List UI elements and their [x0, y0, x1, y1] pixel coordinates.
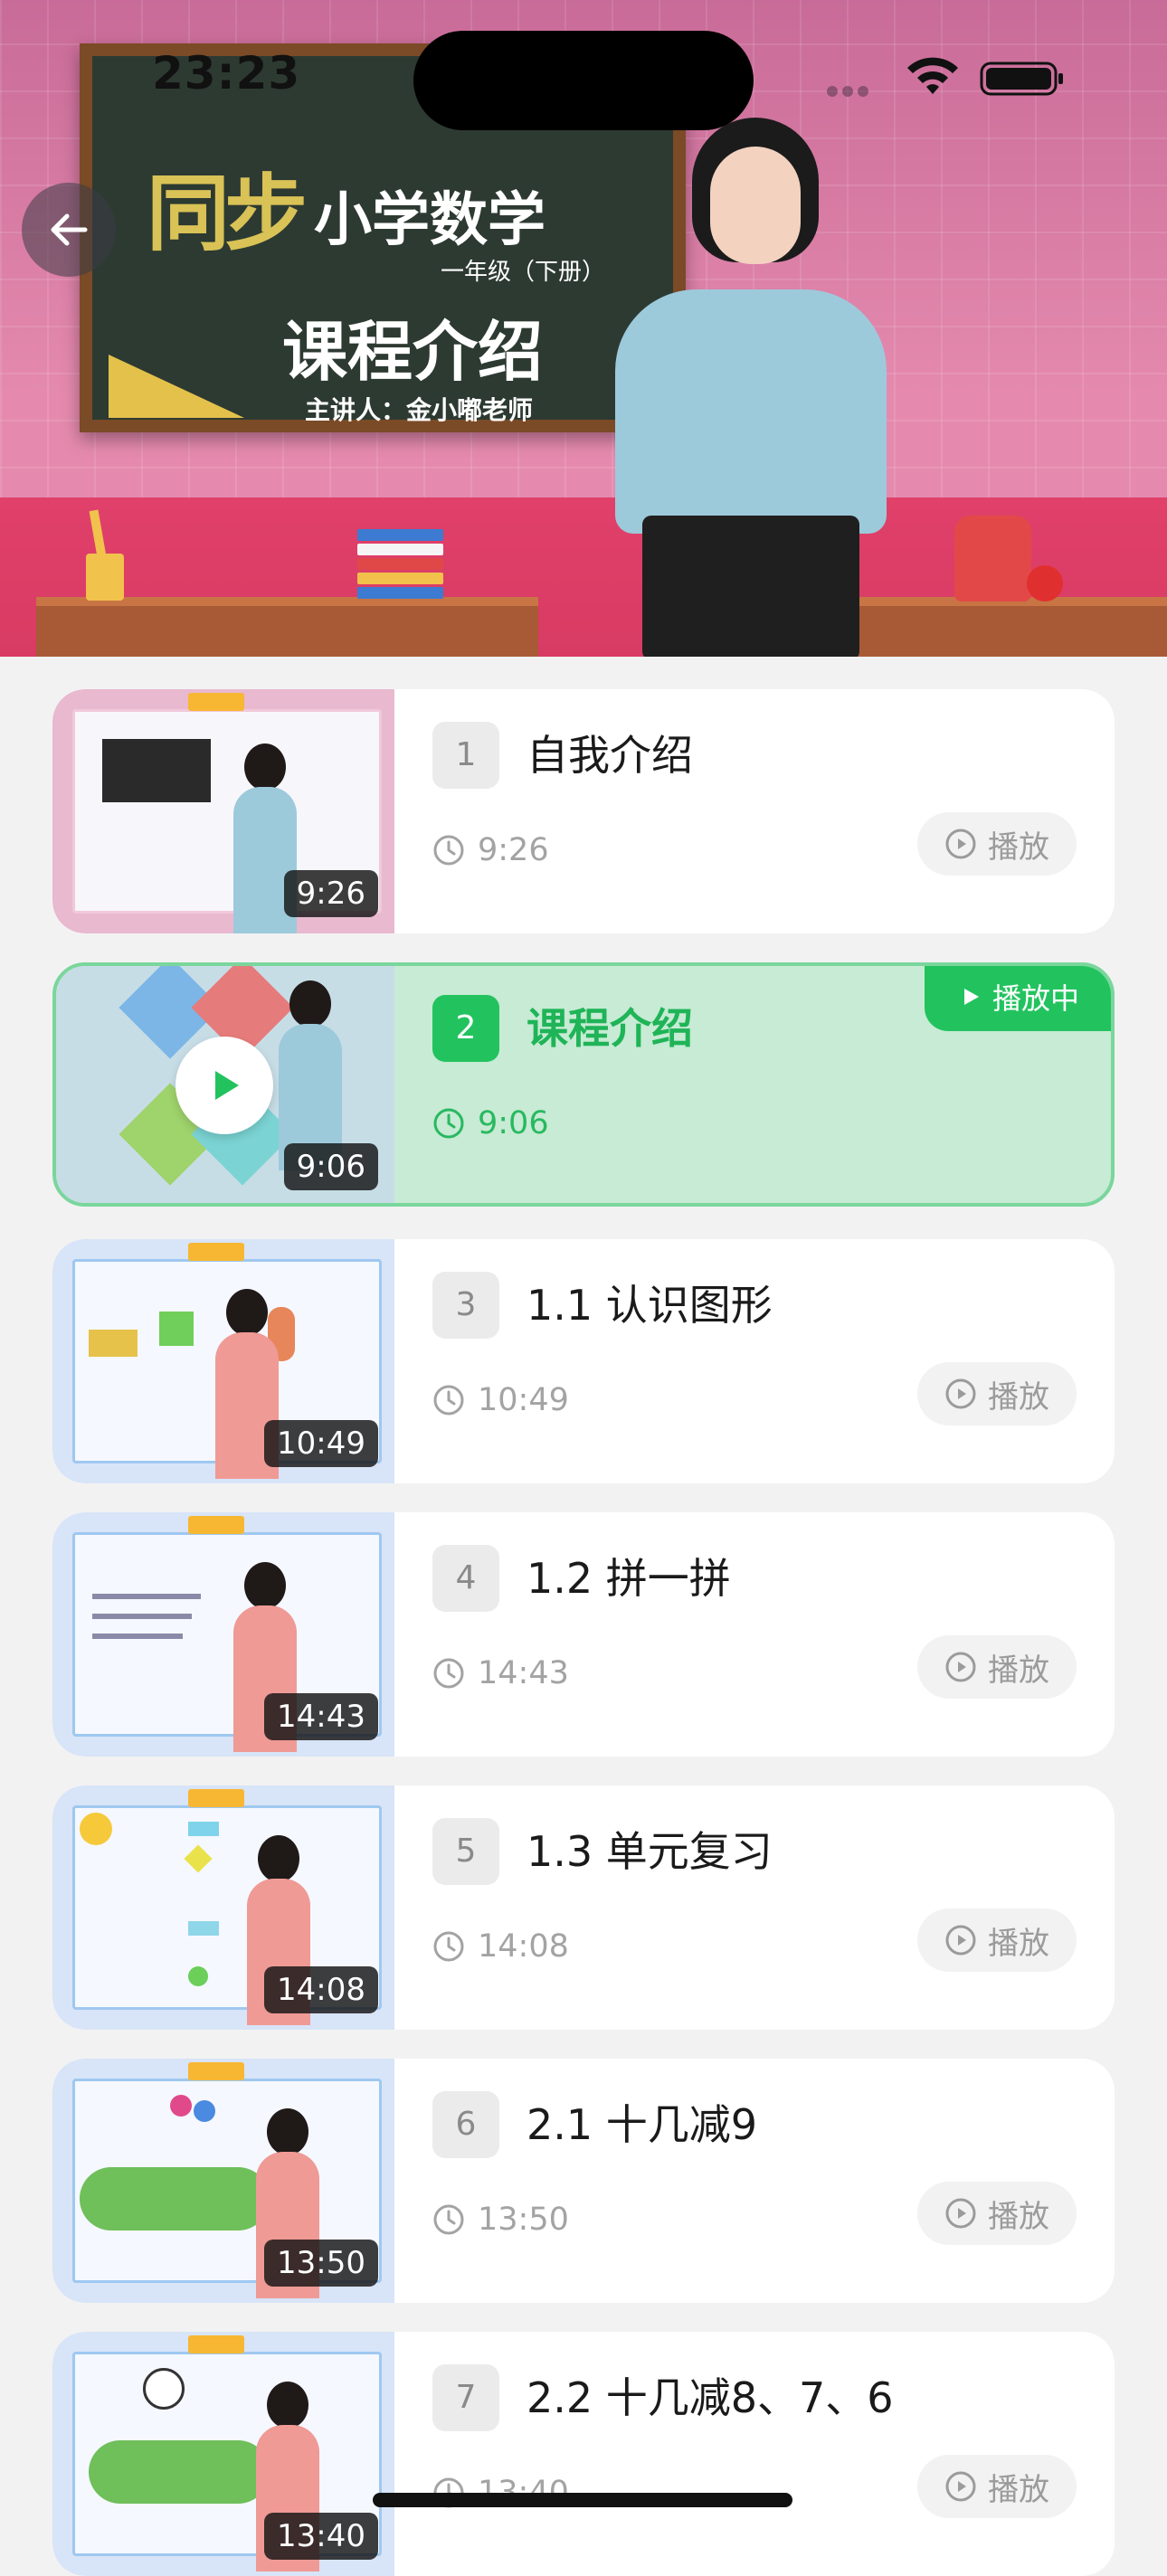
- cellular-signal-icon: [827, 83, 887, 97]
- lesson-item-1[interactable]: 9:26 1 自我介绍 9:26 播放: [52, 689, 1115, 933]
- lesson-item-6[interactable]: 13:50 6 2.1 十几减9 13:50 播放: [52, 2059, 1115, 2303]
- play-button[interactable]: 播放: [917, 2455, 1077, 2518]
- play-circle-icon: [945, 2471, 976, 2502]
- lesson-title: 2.2 十几减8、7、6: [527, 2373, 894, 2422]
- lesson-title: 1.1 认识图形: [527, 1281, 773, 1330]
- lesson-thumbnail: 14:43: [52, 1512, 394, 1757]
- status-time: 23:23: [152, 47, 301, 99]
- play-button[interactable]: 播放: [917, 812, 1077, 876]
- lesson-thumbnail: 10:49: [52, 1239, 394, 1483]
- lesson-number: 3: [432, 1272, 499, 1339]
- home-indicator[interactable]: [373, 2493, 792, 2507]
- lesson-title: 1.2 拼一拼: [527, 1554, 731, 1603]
- lesson-number: 2: [432, 995, 499, 1062]
- presenter: [579, 118, 923, 657]
- lesson-thumbnail: 9:26: [52, 689, 394, 933]
- duration-badge: 13:40: [264, 2513, 378, 2560]
- ruler-triangle: [109, 355, 244, 418]
- lesson-item-4[interactable]: 14:43 4 1.2 拼一拼 14:43 播放: [52, 1512, 1115, 1757]
- lesson-number: 5: [432, 1818, 499, 1885]
- school-bag: [954, 516, 1031, 601]
- lesson-title: 2.1 十几减9: [527, 2100, 758, 2149]
- clock-icon: [433, 1931, 464, 1962]
- apple: [1027, 565, 1063, 601]
- lesson-thumbnail: 14:08: [52, 1785, 394, 2030]
- clock-icon: [433, 1658, 464, 1689]
- clock-icon: [433, 1385, 464, 1416]
- play-circle-icon: [945, 829, 976, 859]
- lesson-thumbnail: 9:06: [56, 966, 394, 1203]
- pencil-cup: [86, 554, 124, 601]
- lesson-duration: 14:43: [432, 1653, 569, 1693]
- play-button[interactable]: 播放: [917, 1908, 1077, 1972]
- duration-badge: 13:50: [264, 2240, 378, 2287]
- play-triangle-icon: [215, 1071, 239, 1100]
- book-stack: [357, 529, 443, 600]
- battery-icon: [980, 62, 1063, 96]
- board-big-text: 同步: [147, 165, 308, 262]
- play-circle-icon: [945, 1925, 976, 1956]
- back-arrow-icon: [51, 213, 88, 246]
- lesson-duration: 13:50: [432, 2200, 569, 2240]
- clock-icon: [433, 835, 464, 866]
- duration-badge: 14:08: [264, 1966, 378, 2013]
- lesson-thumbnail: 13:40: [52, 2332, 394, 2576]
- lesson-item-5[interactable]: 14:08 5 1.3 单元复习 14:08 播放: [52, 1785, 1115, 2030]
- lesson-number: 4: [432, 1545, 499, 1612]
- lesson-duration: 9:26: [432, 830, 549, 870]
- duration-badge: 14:43: [264, 1693, 378, 1740]
- duration-badge: 9:26: [283, 870, 378, 917]
- lesson-title: 课程介绍: [527, 1004, 693, 1053]
- play-circle-icon: [945, 2198, 976, 2229]
- lesson-duration: 14:08: [432, 1927, 569, 1966]
- duration-badge: 10:49: [264, 1420, 378, 1467]
- play-circle-icon: [945, 1378, 976, 1409]
- play-circle-icon: [945, 1652, 976, 1682]
- lesson-number: 1: [432, 722, 499, 789]
- play-button[interactable]: 播放: [917, 2182, 1077, 2245]
- board-course-title: 课程介绍: [282, 314, 544, 390]
- now-playing-badge: 播放中: [925, 966, 1111, 1031]
- lesson-number: 7: [432, 2364, 499, 2431]
- play-button[interactable]: 播放: [917, 1362, 1077, 1425]
- lesson-duration: 9:06: [432, 1103, 549, 1143]
- lesson-title: 1.3 单元复习: [527, 1827, 773, 1876]
- board-teacher: 主讲人：金小嘟老师: [305, 395, 534, 425]
- duration-badge: 9:06: [283, 1143, 378, 1190]
- lesson-title: 自我介绍: [527, 731, 693, 780]
- desk-left: [36, 597, 538, 657]
- back-button[interactable]: [22, 183, 116, 277]
- clock-icon: [433, 1108, 464, 1139]
- dynamic-island: [413, 31, 754, 130]
- board-subject: 小学数学: [314, 187, 546, 254]
- lesson-duration: 10:49: [432, 1380, 569, 1420]
- wifi-icon: [907, 57, 958, 94]
- lesson-number: 6: [432, 2091, 499, 2158]
- lesson-item-7[interactable]: 13:40 7 2.2 十几减8、7、6 13:40 播放: [52, 2332, 1115, 2576]
- play-button[interactable]: 播放: [917, 1635, 1077, 1699]
- lesson-item-2-active[interactable]: 9:06 播放中 2 课程介绍 9:06: [52, 962, 1115, 1207]
- play-overlay-button[interactable]: [176, 1037, 273, 1134]
- play-triangle-icon: [963, 989, 979, 1005]
- lesson-thumbnail: 13:50: [52, 2059, 394, 2303]
- clock-icon: [433, 2204, 464, 2235]
- lesson-item-3[interactable]: 10:49 3 1.1 认识图形 10:49 播放: [52, 1239, 1115, 1483]
